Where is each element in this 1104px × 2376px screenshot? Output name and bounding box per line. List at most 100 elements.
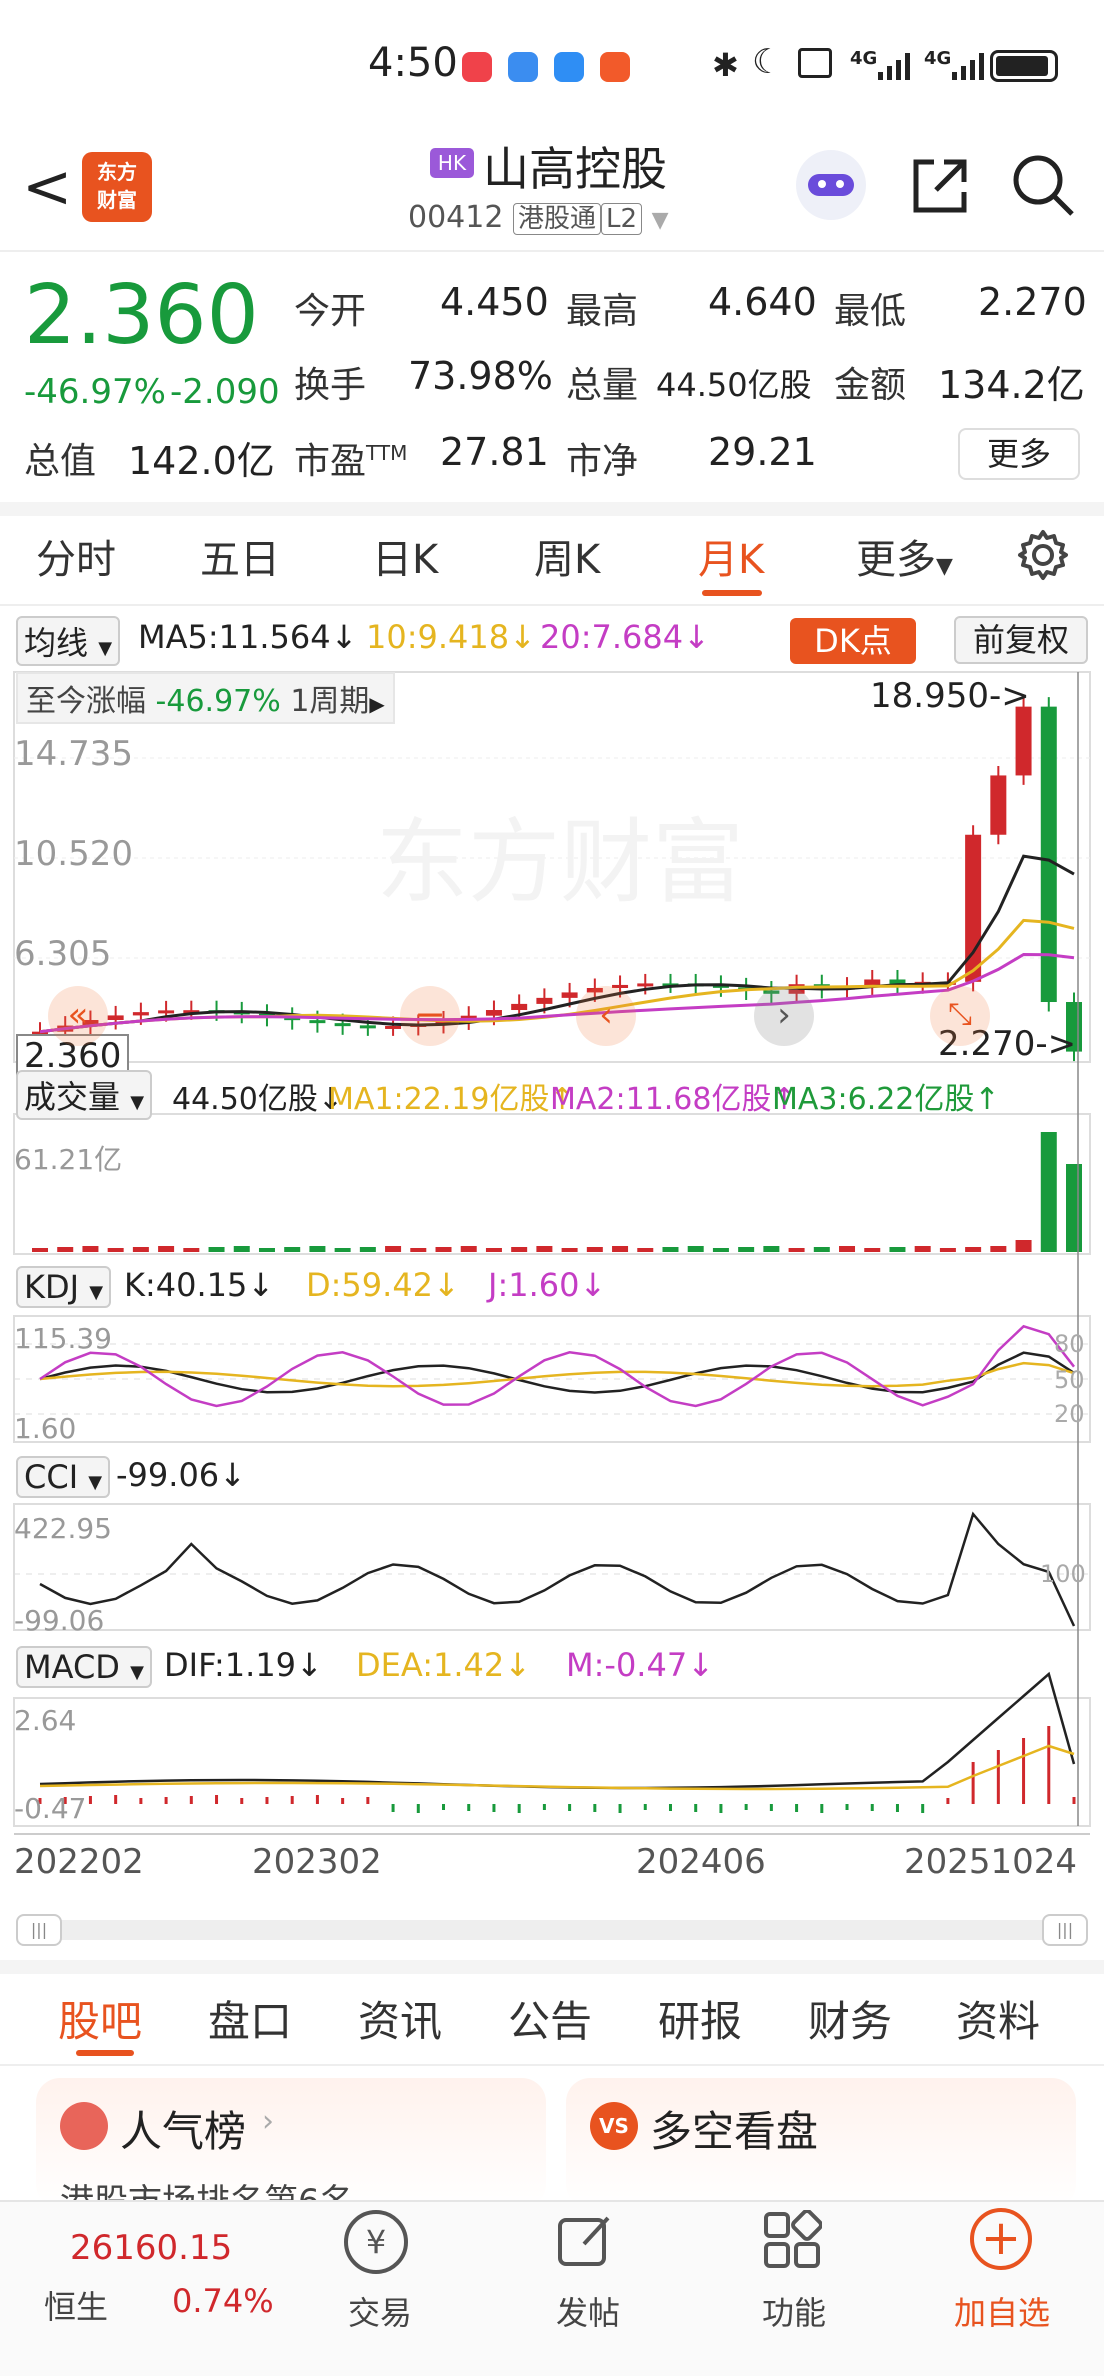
tab-news[interactable]: 资讯	[358, 1988, 442, 2049]
macd-bar	[416, 1804, 420, 1813]
index-name[interactable]: 恒生	[44, 2282, 108, 2328]
tab-profile[interactable]: 资料	[956, 1988, 1040, 2049]
ma-selector[interactable]: 均线 ▼	[16, 616, 121, 666]
popularity-title: 人气榜	[120, 2107, 247, 2156]
scroll-right-icon[interactable]: ›	[754, 986, 814, 1046]
tab-forum[interactable]: 股吧	[58, 1988, 142, 2049]
vibrate-icon	[798, 48, 832, 78]
tab-handicap[interactable]: 盘口	[208, 1988, 292, 2049]
volume-bar	[990, 1246, 1007, 1252]
volume-bar	[107, 1248, 124, 1252]
volume-ma2: MA2:11.68亿股↑	[550, 1082, 797, 1117]
macd-bar	[719, 1804, 723, 1813]
macd-bar	[492, 1804, 496, 1812]
back-icon[interactable]: <	[22, 152, 72, 222]
nav-function[interactable]: 功能	[762, 2288, 826, 2334]
range-change-box[interactable]: 至今涨幅 -46.97% 1周期▶	[16, 672, 395, 724]
macd-dea: DEA:1.42↓	[356, 1646, 532, 1684]
candle	[359, 1025, 376, 1029]
nav-add-watchlist[interactable]: 加自选	[954, 2288, 1050, 2334]
candle	[309, 1020, 326, 1024]
cci-max: 422.95	[14, 1512, 112, 1545]
cci-value: -99.06↓	[116, 1456, 246, 1494]
scroll-left-fast-icon[interactable]: «	[48, 986, 108, 1046]
volume-bar	[1066, 1164, 1082, 1252]
tab-weekly-k[interactable]: 周K	[534, 527, 600, 585]
scroll-handle-left-icon[interactable]: |||	[16, 1914, 62, 1946]
volume-bar	[435, 1247, 452, 1252]
tab-five-day[interactable]: 五日	[200, 527, 280, 585]
kdj-selector[interactable]: KDJ ▼	[16, 1266, 112, 1308]
stock-code-line[interactable]: 00412 港股通 L2 ▼	[408, 198, 669, 235]
volume-value: 44.50亿股	[656, 366, 812, 404]
caret-down-icon: ▼	[130, 1662, 144, 1683]
volume-bar	[233, 1246, 250, 1252]
tab-finance[interactable]: 财务	[808, 1988, 892, 2049]
nav-trade[interactable]: 交易	[348, 2288, 412, 2334]
pb-label: 市净	[566, 441, 639, 482]
post-icon[interactable]	[556, 2210, 616, 2274]
tag-connect: 港股通	[512, 203, 601, 235]
fullscreen-icon[interactable]: ⤡	[930, 986, 990, 1046]
tab-research[interactable]: 研报	[658, 1988, 742, 2049]
candle	[107, 1015, 124, 1021]
pe-label-text: 市盈	[294, 441, 367, 482]
macd-dif-line	[39, 1671, 1076, 1790]
popularity-card[interactable]: 人气榜 › 港股市场排名第6名	[36, 2078, 546, 2222]
tag-level: L2	[601, 203, 643, 235]
macd-bar	[845, 1804, 849, 1810]
volume-bar	[965, 1247, 982, 1252]
volume-bars	[32, 1132, 1082, 1252]
dk-point-button[interactable]: DK点	[790, 618, 916, 664]
index-change[interactable]: 0.74%	[172, 2282, 274, 2320]
function-grid-icon[interactable]	[762, 2209, 823, 2274]
macd-bar	[971, 1762, 975, 1804]
macd-selector[interactable]: MACD ▼	[16, 1646, 152, 1688]
adjust-button[interactable]: 前复权	[954, 616, 1088, 664]
search-icon[interactable]	[1010, 152, 1076, 222]
bull-bear-card[interactable]: VS 多空看盘	[566, 2078, 1076, 2208]
index-value[interactable]: 26160.15	[70, 2228, 232, 2268]
cci-selector[interactable]: CCI ▼	[16, 1456, 111, 1498]
macd-bar	[391, 1804, 395, 1812]
volume-selector[interactable]: 成交量 ▼	[16, 1070, 153, 1120]
zoom-out-icon[interactable]: −	[400, 986, 460, 1046]
macd-bar	[1072, 1797, 1076, 1804]
volume-bar	[1015, 1240, 1032, 1252]
tab-more[interactable]: 更多▼	[856, 527, 953, 585]
high-value: 4.640	[708, 280, 817, 324]
nav-post[interactable]: 发帖	[556, 2288, 620, 2334]
macd-max: 2.64	[14, 1704, 77, 1737]
cci-ref: 100	[1040, 1560, 1086, 1588]
macd-bar	[164, 1797, 168, 1804]
macd-bar	[568, 1804, 572, 1811]
volume-bar	[258, 1248, 275, 1252]
scroll-left-icon[interactable]: ‹	[576, 986, 636, 1046]
add-watchlist-icon[interactable]: +	[970, 2208, 1032, 2270]
macd-bars	[38, 1726, 1076, 1813]
scroll-handle-right-icon[interactable]: |||	[1042, 1914, 1088, 1946]
volume-bar	[359, 1247, 376, 1252]
chart-scrollbar[interactable]	[16, 1920, 1088, 1940]
volume-bar	[536, 1246, 553, 1252]
macd-bar	[366, 1797, 370, 1804]
stock-name: 山高控股	[483, 142, 667, 196]
chevron-down-icon: ▼	[651, 208, 669, 233]
robot-avatar-icon[interactable]	[796, 150, 866, 220]
change-amount: -2.090	[170, 372, 280, 412]
pe-sup: TTM	[366, 441, 408, 465]
settings-gear-icon[interactable]	[1016, 528, 1070, 586]
caret-right-icon: ▶	[369, 692, 385, 716]
watermark: 东方财富	[376, 809, 744, 916]
macd-bar	[996, 1750, 1000, 1804]
tab-intraday[interactable]: 分时	[36, 527, 116, 585]
caret-down-icon: ▼	[98, 638, 113, 659]
kdj-selector-label: KDJ	[24, 1268, 80, 1306]
tab-monthly-k[interactable]: 月K	[698, 527, 764, 585]
share-icon[interactable]	[908, 154, 972, 222]
tab-announcement[interactable]: 公告	[508, 1988, 592, 2049]
trade-icon[interactable]: ¥	[344, 2210, 408, 2274]
macd-bar	[114, 1795, 118, 1804]
more-quote-button[interactable]: 更多	[958, 428, 1080, 480]
tab-daily-k[interactable]: 日K	[372, 527, 438, 585]
